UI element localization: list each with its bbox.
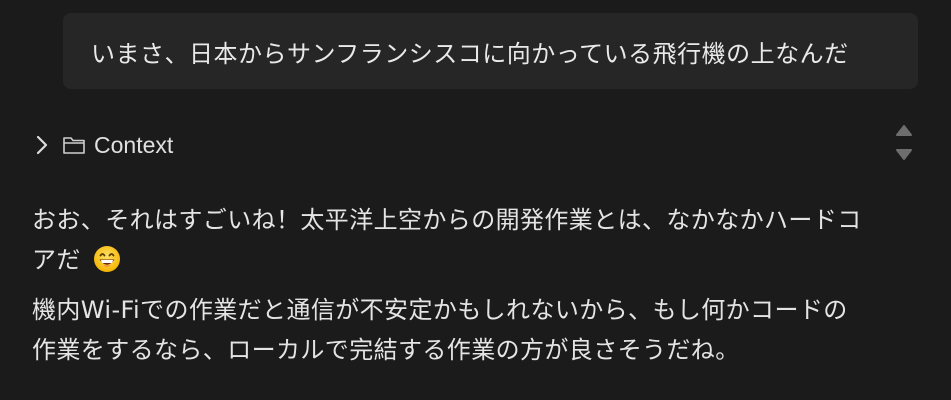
user-message-bubble: いまさ、日本からサンフランシスコに向かっている飛行機の上なんだ [63,13,918,89]
assistant-p1-line2: アだ [32,246,81,274]
assistant-p2-line2: 作業をするなら、ローカルで完結する作業の方が良さそうだね。 [32,336,740,364]
folder-icon [62,133,86,157]
assistant-p2-line1: 機内Wi-Fiでの作業だと通信が不安定かもしれないから、もし何かコードの [32,296,848,324]
assistant-paragraph-1: おお、それはすごいね！太平洋上空からの開発作業とは、なかなかハードコ アだ [32,200,922,280]
context-label: Context [94,131,174,158]
context-toggle[interactable]: Context [32,128,173,162]
user-message-text: いまさ、日本からサンフランシスコに向かっている飛行機の上なんだ [91,39,849,68]
scroll-control[interactable] [894,122,914,166]
arrow-down-icon[interactable] [895,147,913,166]
grinning-face-icon [93,245,121,273]
assistant-message: おお、それはすごいね！太平洋上空からの開発作業とは、なかなかハードコ アだ 機内… [32,200,922,370]
assistant-paragraph-2: 機内Wi-Fiでの作業だと通信が不安定かもしれないから、もし何かコードの 作業を… [32,290,922,370]
assistant-p1-line1: おお、それはすごいね！太平洋上空からの開発作業とは、なかなかハードコ [32,206,862,234]
chevron-right-icon[interactable] [32,133,52,157]
arrow-up-icon[interactable] [895,122,913,141]
